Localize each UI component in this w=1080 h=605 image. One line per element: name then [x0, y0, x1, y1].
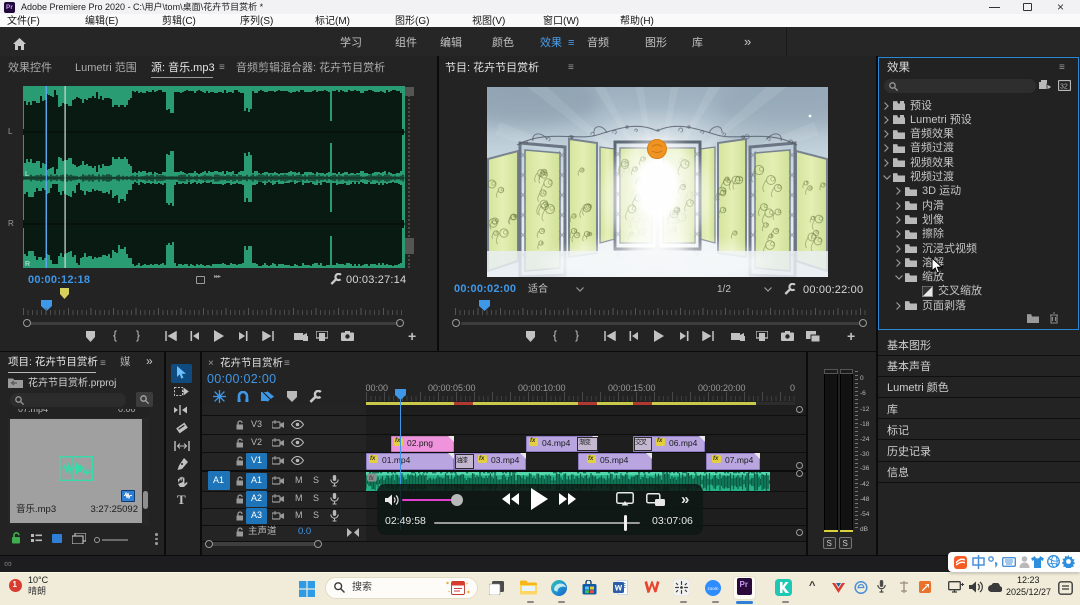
svg-text:32: 32	[1060, 84, 1068, 91]
svg-text:L: L	[25, 171, 29, 178]
svg-text:zoom: zoom	[708, 586, 719, 591]
svg-text:R: R	[25, 261, 30, 268]
